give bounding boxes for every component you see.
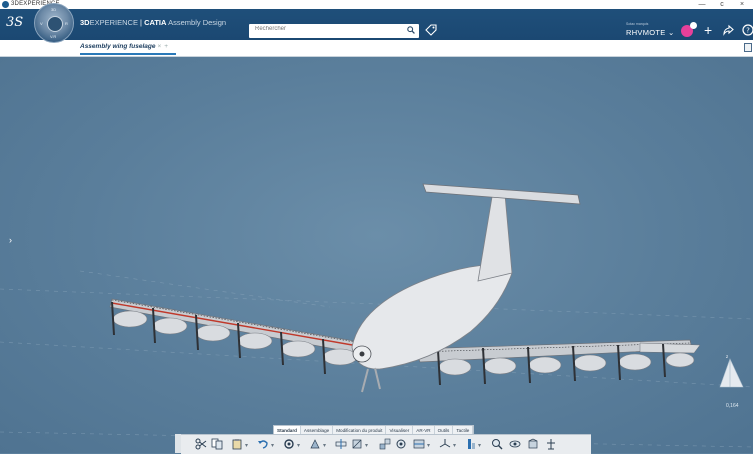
- top-bar: 3S 3DEXPERIENCE | CATIA Assembly Design …: [0, 9, 753, 40]
- fuselage[interactable]: [351, 264, 513, 393]
- compass-north-label: 3D: [51, 7, 57, 12]
- section-dropdown-icon[interactable]: ▾: [427, 442, 430, 449]
- tag-icon[interactable]: [425, 24, 437, 36]
- svg-text:?: ?: [746, 27, 750, 35]
- compass-south-label: V.R: [50, 34, 57, 39]
- notification-dot: [690, 22, 697, 29]
- 3d-viewport[interactable]: › z 0,164: [0, 57, 753, 453]
- search-icon[interactable]: [407, 26, 415, 34]
- user-menu[interactable]: RHVMOTE ⌄: [626, 28, 675, 37]
- aircraft-model[interactable]: [0, 57, 753, 453]
- user-organization: Sotac marquis: [626, 22, 649, 26]
- action-bar: ▾ ▾ ▾ ▾ ▾ ▾ ▾ ▾: [181, 434, 591, 454]
- section-icon[interactable]: [413, 438, 425, 450]
- paste-icon[interactable]: [231, 438, 243, 450]
- gear-assembly-icon[interactable]: [395, 438, 407, 450]
- brand-bold: 3D: [80, 18, 90, 27]
- avatar[interactable]: [681, 22, 697, 37]
- measure-icon[interactable]: [335, 438, 347, 450]
- tab-close-icon[interactable]: ×: [158, 43, 162, 50]
- compass-west-label: V: [40, 21, 43, 26]
- tab-assembly-wing-fuselage[interactable]: Assembly wing fuselage × +: [80, 43, 168, 50]
- compass-east-label: R: [65, 21, 68, 26]
- scissors-icon[interactable]: [195, 438, 207, 450]
- vertical-tail[interactable]: [477, 194, 513, 282]
- help-icon[interactable]: ?: [742, 24, 753, 36]
- close-button[interactable]: ×: [732, 0, 752, 9]
- brand-thin: EXPERIENCE: [89, 18, 138, 27]
- add-icon[interactable]: +: [704, 23, 712, 37]
- axis-dropdown-icon[interactable]: ▾: [453, 442, 456, 449]
- ds-logo[interactable]: 3S: [6, 15, 23, 30]
- copy-icon[interactable]: [211, 438, 223, 450]
- pan-dropdown-icon[interactable]: ▾: [365, 442, 368, 449]
- brand-role: Assembly Design: [166, 18, 227, 27]
- compass-widget[interactable]: 3D V R V.R: [34, 3, 74, 43]
- restore-button[interactable]: c: [712, 0, 732, 9]
- paste-dropdown-icon[interactable]: ▾: [245, 442, 248, 449]
- refresh-dropdown-icon[interactable]: ▾: [297, 442, 300, 449]
- active-tab-indicator: [80, 53, 176, 55]
- brand-app: CATIA: [144, 18, 167, 27]
- assembly-icon[interactable]: [379, 438, 391, 450]
- undo-icon[interactable]: [257, 438, 269, 450]
- new-tab-icon[interactable]: +: [164, 43, 168, 50]
- constraint-dropdown-icon[interactable]: ▾: [478, 442, 481, 449]
- zoom-icon[interactable]: [491, 438, 503, 450]
- compass-center[interactable]: [47, 16, 63, 32]
- pan-icon[interactable]: [351, 438, 363, 450]
- svg-text:z: z: [726, 354, 728, 359]
- product-icon[interactable]: [527, 438, 539, 450]
- tab-label: Assembly wing fuselage: [80, 43, 156, 50]
- look-at-icon[interactable]: [509, 438, 521, 450]
- scale-readout: 0,164: [726, 403, 739, 409]
- refresh-icon[interactable]: [283, 438, 295, 450]
- share-icon[interactable]: [722, 24, 734, 36]
- search-input[interactable]: [255, 26, 395, 32]
- window-layout-icon[interactable]: [744, 43, 752, 52]
- fly-icon[interactable]: [309, 438, 321, 450]
- tab-bar: Assembly wing fuselage × +: [0, 40, 753, 57]
- right-wing[interactable]: [414, 339, 701, 363]
- constraint-icon[interactable]: [465, 438, 477, 450]
- undo-dropdown-icon[interactable]: ▾: [271, 442, 274, 449]
- snap-icon[interactable]: [545, 438, 557, 450]
- app-brand: 3DEXPERIENCE | CATIA Assembly Design: [80, 18, 226, 27]
- app-icon: [2, 1, 9, 8]
- axis-triad-icon[interactable]: z: [715, 353, 749, 393]
- fly-dropdown-icon[interactable]: ▾: [323, 442, 326, 449]
- minimize-button[interactable]: —: [692, 0, 712, 9]
- search-box[interactable]: [249, 24, 419, 38]
- axis-icon[interactable]: [439, 438, 451, 450]
